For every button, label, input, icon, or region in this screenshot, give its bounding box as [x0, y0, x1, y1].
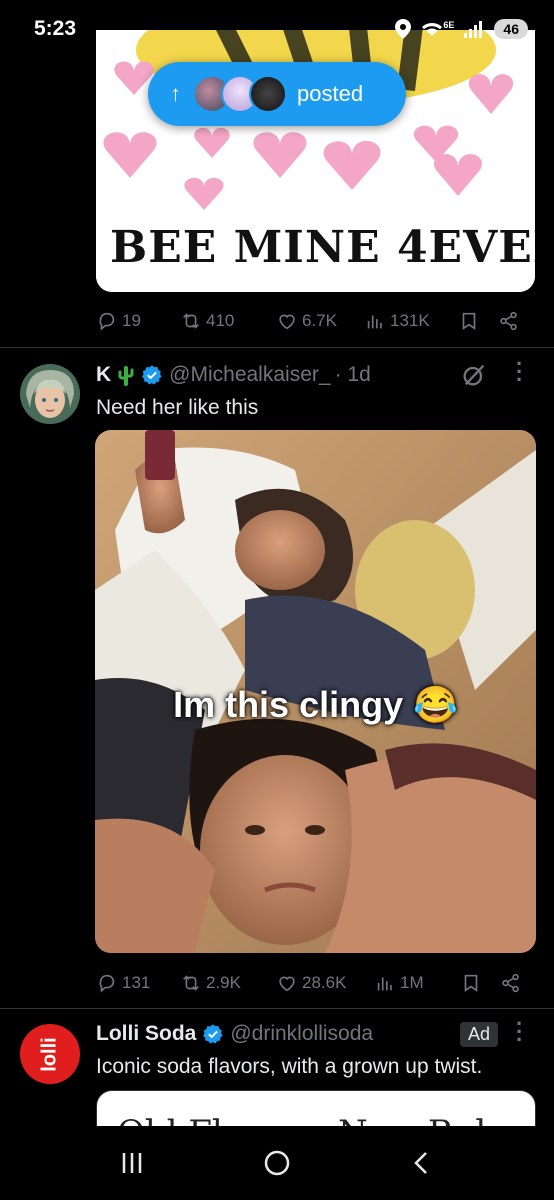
repost-button[interactable]: 410	[180, 310, 276, 332]
reply-icon	[99, 974, 115, 993]
nav-home-button[interactable]	[247, 1133, 307, 1193]
nav-back-button[interactable]	[392, 1133, 452, 1193]
repost-count: 410	[206, 311, 235, 330]
reply-count: 131	[122, 973, 151, 992]
avatar[interactable]	[20, 364, 80, 424]
cactus-icon	[118, 366, 134, 386]
reply-button[interactable]: 19	[96, 310, 180, 332]
views-icon	[367, 315, 382, 329]
tweet2-header: K @Michealkaiser_ · 1d	[96, 363, 371, 387]
avatar	[249, 75, 287, 113]
bookmark-icon	[462, 312, 476, 330]
share-icon	[502, 973, 519, 993]
divider	[0, 1008, 554, 1009]
repost-icon	[183, 975, 199, 991]
author-name[interactable]: K	[96, 363, 111, 387]
grok-icon[interactable]	[460, 361, 488, 389]
author-name[interactable]: Lolli Soda	[96, 1022, 196, 1046]
more-icon[interactable]: · · ·	[516, 1013, 523, 1051]
k-avatar-illustration	[20, 364, 80, 424]
like-count: 28.6K	[302, 973, 347, 992]
nav-recents-button[interactable]	[102, 1133, 162, 1193]
nav-home-icon	[264, 1150, 290, 1176]
tweet1-actions: 19 410 6.7K 131K	[96, 306, 532, 336]
tweet-text: Need her like this	[96, 396, 259, 419]
share-button[interactable]	[500, 972, 530, 994]
bee-mine-text: BEE MINE 4EVER	[110, 222, 535, 273]
lolli-logo-text: lolli	[38, 1036, 61, 1072]
network-label: 6E	[443, 20, 455, 30]
share-button[interactable]	[498, 310, 528, 332]
arrow-up-icon: ↑	[170, 81, 181, 106]
nav-back-icon	[413, 1152, 427, 1174]
views-button[interactable]: 1M	[374, 972, 460, 994]
bookmark-button[interactable]	[460, 972, 500, 994]
repost-count: 2.9K	[206, 973, 241, 992]
wifi-icon	[422, 23, 443, 36]
like-icon	[279, 976, 295, 992]
author-handle[interactable]: @drinklollisoda	[230, 1022, 373, 1046]
like-icon	[279, 314, 295, 330]
status-icons: 6E 46	[395, 19, 528, 39]
bookmark-button[interactable]	[458, 310, 498, 332]
status-bar: 5:23 6E 46	[0, 0, 554, 58]
repost-button[interactable]: 2.9K	[180, 972, 276, 994]
battery-indicator: 46	[494, 19, 528, 39]
views-count: 131K	[390, 311, 430, 330]
tweet-text: Iconic soda flavors, with a grown up twi…	[96, 1055, 483, 1078]
more-icon[interactable]: · · ·	[516, 353, 523, 391]
divider	[0, 347, 554, 348]
nav-recents-icon	[123, 1153, 142, 1173]
reply-icon	[99, 312, 115, 331]
location-icon	[395, 19, 412, 39]
like-button[interactable]: 28.6K	[276, 972, 374, 994]
views-count: 1M	[400, 973, 424, 992]
verified-icon	[203, 1024, 223, 1044]
new-posts-pill[interactable]: ↑ posted	[148, 62, 406, 126]
tweet2-actions: 131 2.9K 28.6K 1M	[96, 968, 532, 998]
pill-label: posted	[297, 81, 364, 106]
repost-icon	[183, 313, 199, 329]
system-nav-bar	[0, 1126, 554, 1200]
post-time: · 1d	[334, 363, 371, 386]
status-time: 5:23	[34, 17, 77, 40]
like-button[interactable]: 6.7K	[276, 310, 364, 332]
views-icon	[377, 977, 392, 991]
signal-icon	[464, 21, 483, 38]
share-icon	[500, 311, 517, 331]
reply-count: 19	[122, 311, 141, 330]
image-caption: Im this clingy 😂	[173, 684, 458, 725]
avatar[interactable]: lolli	[20, 1024, 80, 1084]
ad-badge: Ad	[460, 1022, 499, 1047]
tweet3-header: Lolli Soda @drinklollisoda	[96, 1022, 373, 1046]
verified-icon	[142, 365, 162, 385]
reply-button[interactable]: 131	[96, 972, 180, 994]
views-button[interactable]: 131K	[364, 310, 458, 332]
tweet2-image[interactable]: Im this clingy 😂	[95, 430, 536, 953]
like-count: 6.7K	[302, 311, 337, 330]
pill-avatars	[193, 75, 287, 113]
author-handle[interactable]: @Michealkaiser_	[169, 363, 330, 387]
bookmark-icon	[464, 974, 478, 992]
